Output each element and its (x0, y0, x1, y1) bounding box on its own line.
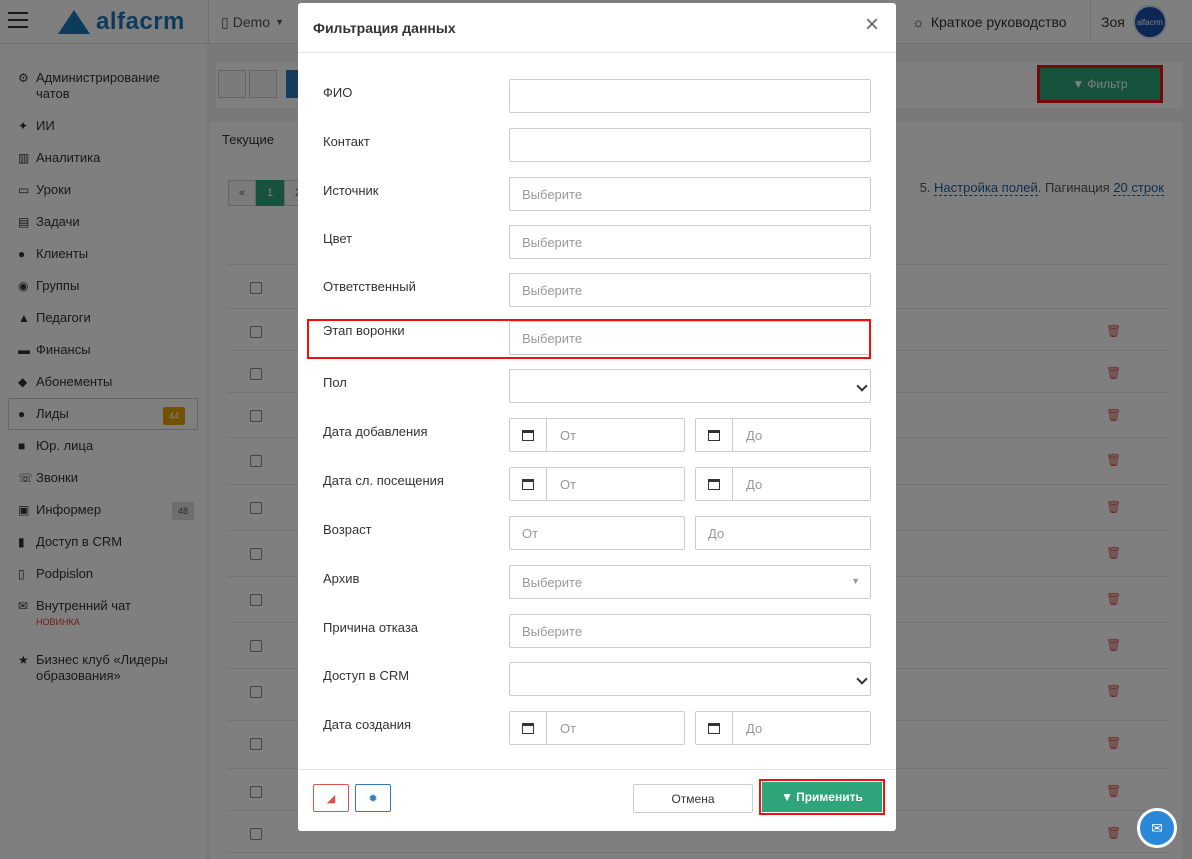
modal-footer: ◢ ✹ Отмена ▼ Применить (298, 769, 896, 831)
calendar-icon[interactable] (696, 712, 733, 744)
modal-title: Фильтрация данных (313, 20, 456, 36)
apply-button[interactable]: ▼ Применить (759, 779, 885, 815)
gear-icon: ✹ (368, 792, 378, 805)
source-select[interactable]: Выберите (509, 177, 871, 211)
date-added-label: Дата добавления (323, 424, 428, 439)
row-date-next-visit: Дата сл. посещения От До (298, 467, 896, 501)
filter-settings-button[interactable]: ✹ (355, 784, 391, 812)
color-label: Цвет (323, 231, 353, 246)
gender-select[interactable] (509, 369, 871, 403)
row-source: Источник Выберите (298, 177, 896, 211)
crm-access-select[interactable] (509, 662, 871, 696)
modal-header: Фильтрация данных × (298, 3, 896, 53)
calendar-icon[interactable] (510, 419, 547, 451)
row-responsible: Ответственный Выберите (298, 273, 896, 307)
filter-icon: ▼ (781, 790, 794, 804)
responsible-select[interactable]: Выберите (509, 273, 871, 307)
calendar-icon[interactable] (696, 419, 733, 451)
source-label: Источник (323, 183, 379, 198)
date-next-visit-label: Дата сл. посещения (323, 473, 444, 488)
date-created-from[interactable]: От (509, 711, 685, 745)
contact-label: Контакт (323, 134, 370, 149)
archive-select[interactable]: Выберите ▼ (509, 565, 871, 599)
funnel-stage-highlight (307, 319, 871, 359)
responsible-label: Ответственный (323, 279, 416, 294)
calendar-icon[interactable] (510, 468, 547, 500)
date-created-to[interactable]: До (695, 711, 871, 745)
gender-label: Пол (323, 375, 347, 390)
row-fio: ФИО (298, 79, 896, 113)
date-next-visit-from[interactable]: От (509, 467, 685, 501)
date-added-from[interactable]: От (509, 418, 685, 452)
row-date-created: Дата создания От До (298, 711, 896, 745)
reject-reason-select[interactable]: Выберите (509, 614, 871, 648)
clear-filter-button[interactable]: ◢ (313, 784, 349, 812)
age-to-input[interactable]: До (695, 516, 871, 550)
age-label: Возраст (323, 522, 372, 537)
date-created-label: Дата создания (323, 717, 412, 732)
row-age: Возраст От До (298, 516, 896, 550)
filter-modal: Фильтрация данных × ФИО Контакт Источник… (298, 3, 896, 831)
row-crm-access: Доступ в CRM (298, 662, 896, 696)
close-icon[interactable]: × (862, 13, 882, 37)
age-from-input[interactable]: От (509, 516, 685, 550)
date-next-visit-to[interactable]: До (695, 467, 871, 501)
row-gender: Пол (298, 369, 896, 403)
row-color: Цвет Выберите (298, 225, 896, 259)
calendar-icon[interactable] (696, 468, 733, 500)
row-archive: Архив Выберите ▼ (298, 565, 896, 599)
cancel-button[interactable]: Отмена (633, 784, 753, 813)
calendar-icon[interactable] (510, 712, 547, 744)
row-reject-reason: Причина отказа Выберите (298, 614, 896, 648)
reject-reason-label: Причина отказа (323, 620, 419, 635)
row-date-added: Дата добавления От До (298, 418, 896, 452)
archive-label: Архив (323, 571, 360, 586)
caret-down-icon: ▼ (851, 576, 860, 586)
row-contact: Контакт (298, 128, 896, 162)
date-added-to[interactable]: До (695, 418, 871, 452)
color-select[interactable]: Выберите (509, 225, 871, 259)
contact-input[interactable] (509, 128, 871, 162)
crm-access-label: Доступ в CRM (323, 668, 410, 683)
chat-bubble-icon[interactable]: ✉ (1137, 808, 1177, 848)
eraser-icon: ◢ (326, 792, 336, 805)
fio-label: ФИО (323, 85, 353, 100)
fio-input[interactable] (509, 79, 871, 113)
